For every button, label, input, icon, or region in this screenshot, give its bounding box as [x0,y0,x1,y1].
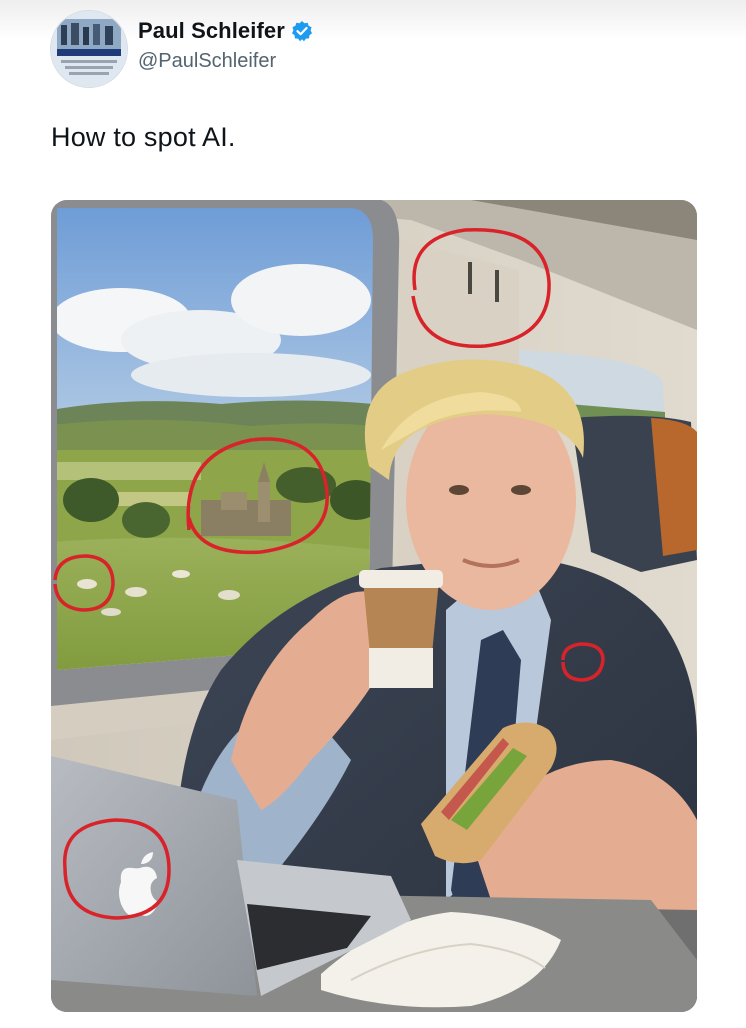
coat-hook [468,262,472,294]
display-name[interactable]: Paul Schleifer [138,18,285,44]
user-handle[interactable]: @PaulSchleifer [138,50,313,73]
tweet-text: How to spot AI. [51,122,236,152]
avatar[interactable] [50,10,128,88]
coat-hook [495,270,499,302]
verified-badge-icon [291,20,313,42]
tweet-photo[interactable] [51,200,697,1012]
tweet-header: Paul Schleifer @PaulSchleifer [50,10,730,90]
